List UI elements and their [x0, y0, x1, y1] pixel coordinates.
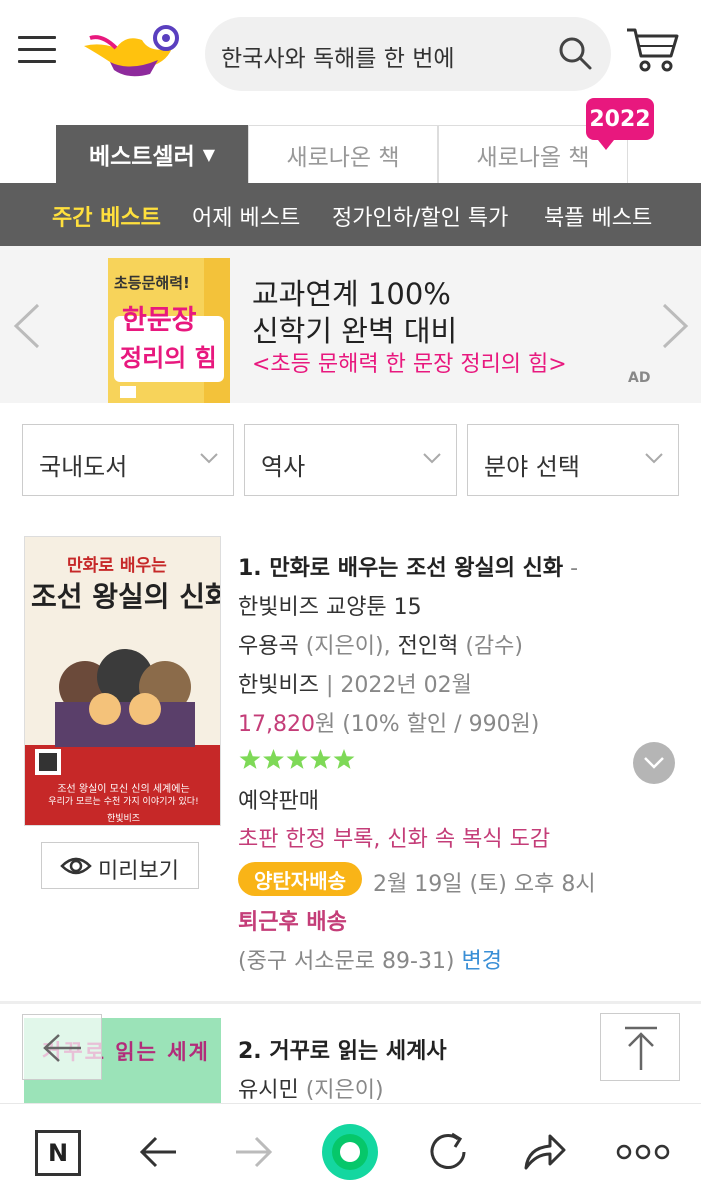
tab-bestseller[interactable]: 베스트셀러 ▼ — [56, 125, 248, 183]
product1-authors: 우용곡 (지은이), 전인혁 (감수) — [238, 628, 523, 660]
star-icon — [310, 749, 331, 769]
cover1-blurb-1: 조선 왕실이 모신 신의 세계에는 — [57, 784, 190, 795]
expand-button[interactable] — [633, 742, 675, 784]
product1-date: | 2022년 02월 — [318, 673, 472, 698]
product1-author-1-role: (지은이), — [298, 634, 398, 659]
star-icon — [333, 749, 355, 769]
back-icon[interactable] — [132, 1126, 184, 1178]
search-text: 한국사와 독해를 한 번에 — [221, 46, 455, 72]
product2-author-role: (지은이) — [298, 1078, 384, 1103]
preview-button[interactable]: 미리보기 — [41, 842, 199, 889]
banner-cover-title2: 정리의 힘 — [120, 344, 217, 372]
list-divider — [0, 1001, 701, 1004]
refresh-icon[interactable] — [422, 1126, 474, 1178]
product1-price-row: 17,820원 (10% 할인 / 990원) — [238, 706, 539, 738]
chevron-down-icon — [200, 453, 218, 464]
delivery-time: 2월 19일 (토) 오후 8시 — [373, 872, 596, 897]
delivery-badge: 양탄자배송 — [238, 862, 362, 896]
more-icon[interactable] — [615, 1126, 671, 1178]
app-header: 한국사와 독해를 한 번에 — [0, 0, 701, 110]
subnav-bookple-best[interactable]: 북플 베스트 — [544, 200, 652, 232]
cart-icon[interactable] — [625, 26, 679, 74]
eye-icon — [60, 857, 92, 875]
star-icon — [239, 749, 261, 769]
menu-icon[interactable] — [18, 36, 56, 64]
field-select-value: 분야 선택 — [484, 453, 580, 481]
chevron-down-icon — [423, 453, 441, 464]
cover1-title: 조선 왕실의 신화 — [31, 580, 221, 613]
subnav-discount[interactable]: 정가인하/할인 특가 — [332, 200, 508, 232]
chevron-down-icon — [644, 757, 664, 769]
year-badge: 2022 — [586, 98, 654, 150]
product2-authors: 유시민 (지은이) — [238, 1072, 384, 1104]
bestseller-subnav: 주간 베스트 어제 베스트 정가인하/할인 특가 북플 베스트 — [0, 183, 701, 246]
chevron-down-icon — [645, 453, 663, 464]
product1-price: 17,820 — [238, 712, 315, 737]
banner-cover-title1: 한문장 — [122, 305, 197, 336]
category-select-value: 역사 — [261, 453, 306, 481]
domestic-select[interactable]: 국내도서 — [22, 424, 234, 496]
ad-banner[interactable]: 초등문해력! 한문장 정리의 힘 교과연계 100% 신학기 완벽 대비 <초등… — [0, 246, 701, 403]
banner-headline-1: 교과연계 100% — [252, 277, 451, 311]
arrow-up-icon — [625, 1026, 657, 1070]
preview-button-label: 미리보기 — [98, 859, 179, 884]
naver-home-icon[interactable]: N — [35, 1130, 81, 1176]
banner-cover-kicker: 초등문해력! — [114, 274, 190, 292]
product1-publisher[interactable]: 한빛비즈 — [238, 673, 319, 698]
ad-label: AD — [628, 370, 651, 386]
product1-author-1[interactable]: 우용곡 — [238, 634, 299, 659]
banner-subtitle: <초등 문해력 한 문장 정리의 힘> — [252, 352, 567, 377]
product1-title-row[interactable]: 1. 만화로 배우는 조선 왕실의 신화 - — [238, 550, 578, 582]
delivery-address-row: (중구 서소문로 89-31) 변경 — [238, 943, 502, 975]
product2-author[interactable]: 유시민 — [238, 1078, 299, 1103]
rating-stars — [239, 749, 355, 769]
product1-status: 예약판매 — [238, 789, 319, 814]
tab-new-books-label: 새로나온 책 — [286, 144, 400, 171]
category-select[interactable]: 역사 — [244, 424, 457, 496]
banner-book-cover[interactable]: 초등문해력! 한문장 정리의 힘 — [108, 258, 230, 403]
cover1-kicker: 만화로 배우는 — [67, 556, 167, 576]
chevron-left-icon[interactable] — [8, 301, 48, 351]
search-input[interactable]: 한국사와 독해를 한 번에 — [205, 17, 611, 91]
delivery-address: (중구 서소문로 89-31) — [238, 949, 462, 974]
cover1-publisher: 한빛비즈 — [106, 814, 141, 824]
aladin-logo[interactable] — [80, 24, 184, 78]
product1-series[interactable]: 한빛비즈 교양툰 15 — [238, 589, 422, 621]
tab-new-books[interactable]: 새로나온 책 — [248, 125, 438, 183]
product1-pubinfo: 한빛비즈 | 2022년 02월 — [238, 667, 472, 699]
book-cover-1[interactable]: 만화로 배우는 조선 왕실의 신화 조선 왕실이 모신 신의 세계에는 우리가 … — [24, 536, 221, 826]
subnav-yesterday-best[interactable]: 어제 베스트 — [192, 200, 300, 232]
tab-bestseller-label: 베스트셀러 — [88, 144, 195, 170]
delivery-note: 퇴근후 배송 — [238, 910, 347, 935]
domestic-select-value: 국내도서 — [39, 453, 128, 481]
chevron-right-icon[interactable] — [654, 301, 694, 351]
green-dot-icon[interactable] — [320, 1122, 380, 1182]
field-select[interactable]: 분야 선택 — [467, 424, 679, 496]
browser-toolbar: N — [0, 1103, 701, 1200]
back-floating-button[interactable] — [22, 1014, 102, 1080]
product1-title[interactable]: 1. 만화로 배우는 조선 왕실의 신화 — [238, 556, 563, 581]
product1-title-dash: - — [563, 556, 579, 581]
product1-author-2[interactable]: 전인혁 — [398, 634, 459, 659]
star-icon — [263, 749, 284, 769]
change-address-link[interactable]: 변경 — [462, 949, 502, 974]
product1-gift[interactable]: 초판 한정 부록, 신화 속 복식 도감 — [238, 821, 550, 853]
product1-price-detail: 원 (10% 할인 / 990원) — [314, 712, 540, 737]
search-icon[interactable] — [557, 35, 593, 71]
cover1-blurb-2: 우리가 모르는 수천 가지 이야기가 있다! — [48, 797, 199, 807]
subnav-weekly-best[interactable]: 주간 베스트 — [52, 200, 161, 232]
product1-author-2-role: (감수) — [458, 634, 523, 659]
banner-headline-2: 신학기 완벽 대비 — [252, 314, 458, 348]
caret-down-icon: ▼ — [202, 144, 216, 164]
tab-coming-books-label: 새로나올 책 — [476, 144, 590, 171]
forward-icon[interactable] — [228, 1126, 280, 1178]
scroll-top-button[interactable] — [600, 1013, 680, 1081]
share-icon[interactable] — [518, 1126, 570, 1178]
star-icon — [286, 749, 308, 769]
arrow-left-icon — [43, 1034, 81, 1062]
product2-title[interactable]: 2. 거꾸로 읽는 세계사 — [238, 1033, 447, 1065]
